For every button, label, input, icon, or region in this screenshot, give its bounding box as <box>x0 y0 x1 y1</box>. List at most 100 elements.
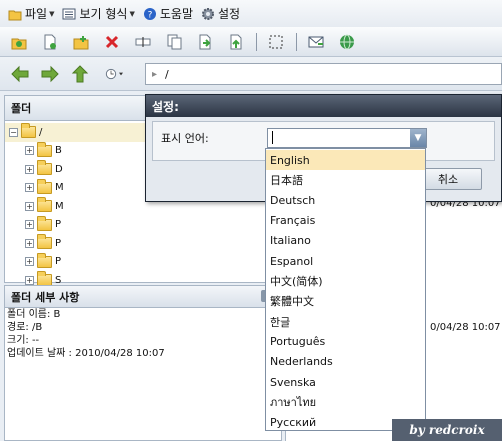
help-icon: ? <box>143 7 157 21</box>
expand-icon[interactable]: + <box>25 238 34 248</box>
detail-updated: 업데이트 날짜 : 2010/04/28 10:07 <box>7 348 165 359</box>
folder-icon <box>37 252 52 268</box>
expand-icon[interactable]: + <box>25 201 34 211</box>
arrow-right-icon <box>41 65 59 82</box>
toolbar <box>0 27 502 57</box>
language-option[interactable]: 日本語 <box>266 170 425 190</box>
new-folder-button[interactable] <box>8 31 30 53</box>
toolbar-divider <box>256 32 257 51</box>
add-folder-button[interactable] <box>70 31 92 53</box>
expand-icon[interactable]: + <box>25 257 34 267</box>
rename-icon <box>135 36 151 47</box>
copy-icon <box>167 34 182 49</box>
language-option[interactable]: ภาษาไทย <box>266 392 425 412</box>
collapse-icon[interactable]: − <box>9 127 18 137</box>
view-icon <box>62 7 76 21</box>
tree-item-label: M <box>55 182 64 194</box>
language-option[interactable]: English <box>266 150 425 171</box>
menu-view[interactable]: 보기 형식 ▼ <box>58 3 138 25</box>
detail-folder-name: 폴더 이름: B <box>7 309 61 320</box>
tree-root-label: / <box>39 126 43 138</box>
folder-icon <box>37 215 52 231</box>
language-option[interactable]: Português <box>266 332 425 352</box>
language-option[interactable]: Espanol <box>266 251 425 271</box>
text-cursor <box>272 131 273 144</box>
menu-settings[interactable]: 설정 <box>197 3 244 25</box>
expand-icon[interactable]: + <box>25 220 34 230</box>
arrow-left-icon <box>11 65 29 82</box>
back-button[interactable] <box>8 63 32 85</box>
folder-icon <box>37 197 52 213</box>
web-icon <box>340 34 354 49</box>
tree-item-label: P <box>55 256 62 268</box>
svg-text:?: ? <box>147 10 152 20</box>
language-label: 표시 언어: <box>161 132 209 145</box>
toolbar-divider <box>296 32 297 51</box>
chevron-down-icon: ▼ <box>129 9 135 18</box>
tree-item-label: P <box>55 237 62 249</box>
menu-file-label: 파일 <box>25 7 48 21</box>
new-file-icon <box>44 34 56 49</box>
history-button[interactable] <box>98 63 132 85</box>
watermark: by redcroix <box>392 419 502 441</box>
up-button[interactable] <box>68 63 92 85</box>
folder-icon <box>8 7 22 21</box>
folder-icon <box>21 123 36 139</box>
tree-item-label: M <box>55 200 64 212</box>
dialog-title: 설정: <box>146 95 501 117</box>
web-button[interactable] <box>336 31 358 53</box>
history-icon <box>105 68 123 79</box>
tree-item[interactable]: + P <box>5 215 281 235</box>
upload-button[interactable] <box>225 31 247 53</box>
tree-item-label: D <box>55 163 63 175</box>
gear-icon <box>201 7 215 21</box>
language-option[interactable]: 한글 <box>266 312 425 332</box>
menu-help-label: 도움말 <box>159 7 193 21</box>
select-button[interactable] <box>265 31 287 53</box>
delete-button[interactable] <box>101 31 123 53</box>
language-option[interactable]: Nederlands <box>266 352 425 372</box>
address-icon: ▸ <box>152 68 158 80</box>
language-option[interactable]: Français <box>266 211 425 231</box>
menu-view-label: 보기 형식 <box>79 7 128 21</box>
address-bar[interactable]: ▸ / <box>145 63 502 85</box>
tree-item-label: B <box>55 145 62 157</box>
expand-icon[interactable]: + <box>25 183 34 193</box>
new-file-button[interactable] <box>39 31 61 53</box>
rename-button[interactable] <box>132 31 154 53</box>
tree-item[interactable]: + P <box>5 252 281 272</box>
menu-file[interactable]: 파일 ▼ <box>4 3 58 25</box>
chevron-down-icon[interactable]: ▼ <box>410 129 426 147</box>
upload-icon <box>230 34 242 49</box>
folder-icon <box>37 234 52 250</box>
detail-size: 크기: -- <box>7 335 40 346</box>
tree-item[interactable]: + P <box>5 234 281 253</box>
expand-icon[interactable]: + <box>25 164 34 174</box>
menu-bar: 파일 ▼ 보기 형식 ▼ ? 도움말 설정 <box>0 0 502 27</box>
language-option[interactable]: Svenska <box>266 372 425 392</box>
folder-icon <box>37 141 52 157</box>
move-icon <box>199 34 211 49</box>
language-option[interactable]: 中文(简体) <box>266 271 425 291</box>
move-button[interactable] <box>194 31 216 53</box>
folder-icon <box>37 178 52 194</box>
navigation-bar: ▸ / <box>0 57 502 91</box>
expand-icon[interactable]: + <box>25 146 34 156</box>
add-folder-icon <box>73 35 89 49</box>
language-option[interactable]: 繁體中文 <box>266 291 425 311</box>
language-select[interactable]: ▼ <box>267 128 427 148</box>
forward-button[interactable] <box>38 63 62 85</box>
language-dropdown-list: English 日本語 Deutsch Français Italiano Es… <box>265 148 426 431</box>
menu-settings-label: 설정 <box>217 7 241 21</box>
email-icon <box>308 36 324 47</box>
expand-icon[interactable]: + <box>25 275 34 285</box>
copy-button[interactable] <box>163 31 185 53</box>
menu-help[interactable]: ? 도움말 <box>139 3 197 25</box>
select-icon <box>269 35 283 48</box>
email-button[interactable] <box>305 31 327 53</box>
language-option[interactable]: Deutsch <box>266 190 425 210</box>
address-text: / <box>165 67 169 81</box>
folder-details-title: 폴더 세부 사항 <box>5 286 281 308</box>
language-option[interactable]: Italiano <box>266 231 425 251</box>
file-date: 0/04/28 10:07 <box>430 322 501 333</box>
